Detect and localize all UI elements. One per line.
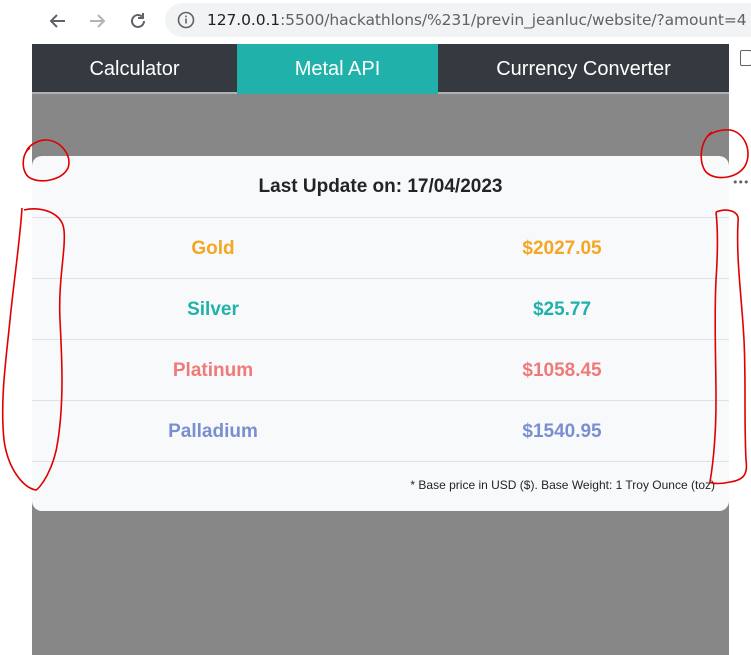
- tab-calculator[interactable]: Calculator: [32, 44, 237, 94]
- url-text: 127.0.0.1:5500/hackathlons/%231/previn_j…: [207, 11, 747, 29]
- url-host: 127.0.0.1: [207, 11, 281, 29]
- last-update-title: Last Update on: 17/04/2023: [32, 156, 729, 218]
- app-container: Calculator Metal API Currency Converter …: [32, 44, 729, 655]
- arrow-right-icon: [90, 14, 106, 28]
- more-icon[interactable]: •••: [732, 176, 749, 189]
- info-icon[interactable]: [177, 11, 195, 29]
- back-button[interactable]: [43, 6, 73, 36]
- browser-toolbar: 127.0.0.1:5500/hackathlons/%231/previn_j…: [0, 0, 751, 44]
- url-path: :5500/hackathlons/%231/previn_jeanluc/we…: [280, 11, 747, 29]
- extension-icon[interactable]: [740, 50, 751, 66]
- metal-row-palladium: Palladium $1540.95: [32, 401, 729, 462]
- metal-row-silver: Silver $25.77: [32, 279, 729, 340]
- tab-currency-converter[interactable]: Currency Converter: [438, 44, 729, 94]
- metal-price: $2027.05: [522, 237, 602, 259]
- reload-button[interactable]: [123, 6, 153, 36]
- metal-row-gold: Gold $2027.05: [32, 218, 729, 279]
- metal-name: Silver: [187, 298, 239, 320]
- metal-price: $1058.45: [522, 359, 602, 381]
- tab-metal-api[interactable]: Metal API: [237, 44, 438, 94]
- reload-icon: [131, 13, 145, 28]
- forward-button[interactable]: [82, 6, 112, 36]
- tab-bar: Calculator Metal API Currency Converter: [32, 44, 729, 94]
- metal-name: Platinum: [172, 359, 254, 381]
- metal-name: Gold: [191, 237, 235, 259]
- metal-row-platinum: Platinum $1058.45: [32, 340, 729, 401]
- metal-price: $1540.95: [522, 420, 602, 442]
- base-price-footnote: * Base price in USD ($). Base Weight: 1 …: [410, 478, 715, 492]
- address-bar[interactable]: 127.0.0.1:5500/hackathlons/%231/previn_j…: [165, 3, 751, 37]
- metal-price-card: Last Update on: 17/04/2023 Gold $2027.05…: [32, 156, 729, 511]
- metal-price: $25.77: [532, 298, 592, 320]
- metal-name: Palladium: [168, 420, 258, 442]
- arrow-left-icon: [49, 14, 65, 28]
